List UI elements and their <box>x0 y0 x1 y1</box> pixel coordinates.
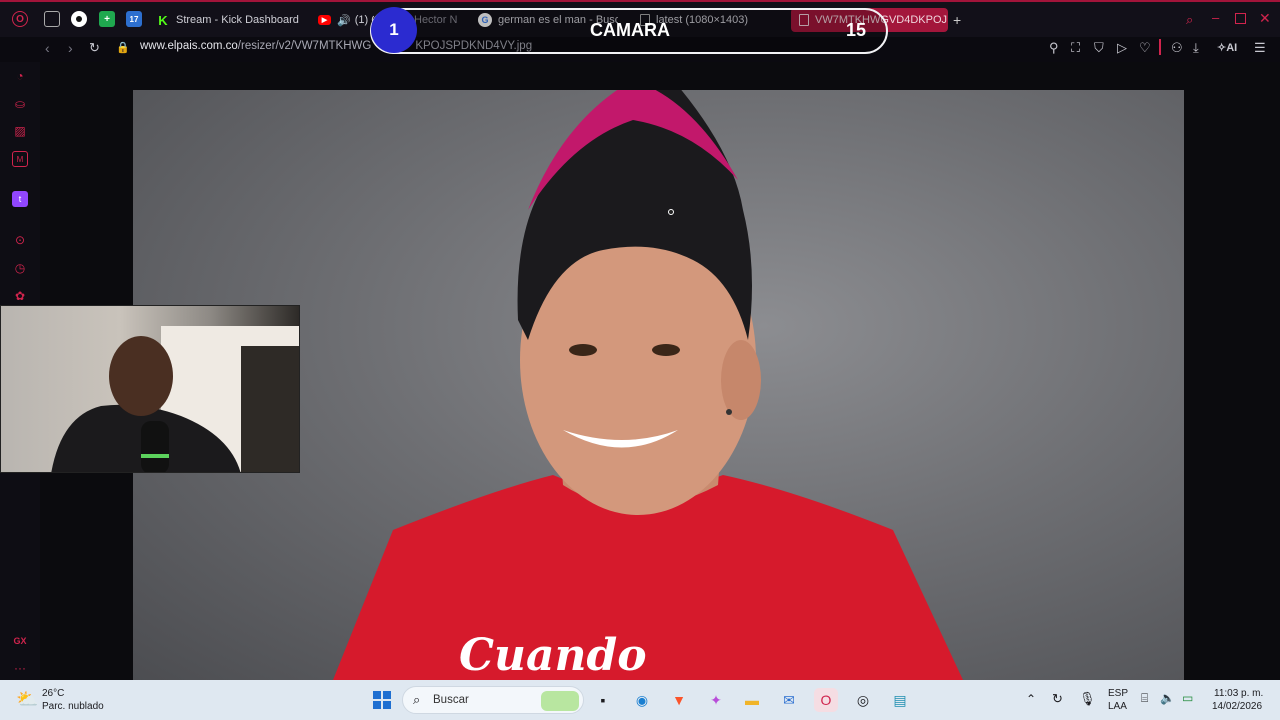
windows-taskbar: ⛅ 26°C Parc. nublado ⌕ Buscar ▪ ◉ ▼ ✦ ▬ … <box>0 680 1280 720</box>
lock-icon: 🔒 <box>116 42 130 54</box>
search-icon[interactable]: ⌕ <box>1186 12 1193 28</box>
speed-dial-icon[interactable]: ◔ <box>12 68 28 84</box>
ai-button[interactable]: ✧AI <box>1217 41 1237 54</box>
cursor-icon <box>668 209 674 215</box>
twitch-icon[interactable]: t <box>12 191 28 207</box>
taskbar-search[interactable]: ⌕ Buscar <box>402 686 584 714</box>
tab-kick-dashboard[interactable]: K Stream - Kick Dashboard <box>156 8 306 32</box>
plus-app-icon[interactable]: + <box>99 11 115 27</box>
camera-banner-label: CAMARA <box>590 20 670 40</box>
lang-code[interactable]: ESP <box>1108 688 1128 699</box>
clock-date[interactable]: 14/02/2026 <box>1212 701 1262 712</box>
pin-icon[interactable]: ⚲ <box>1049 40 1059 56</box>
copilot-icon[interactable]: ✦ <box>704 688 728 712</box>
search-placeholder: Buscar <box>433 694 469 706</box>
file-explorer-icon[interactable]: ▬ <box>740 688 764 712</box>
brave-icon[interactable]: ▼ <box>667 688 691 712</box>
lang-layout[interactable]: LAA <box>1108 701 1127 712</box>
opera-gx-icon[interactable]: O <box>814 688 838 712</box>
windows-start-icon[interactable] <box>370 688 394 712</box>
battery-icon[interactable]: ▭ <box>1182 691 1193 705</box>
search-icon: ⌕ <box>413 692 421 707</box>
weather-icon[interactable]: ⛅ <box>16 689 38 710</box>
microphone-icon[interactable]: 🎙 <box>1079 691 1096 707</box>
tray-chevron-icon[interactable]: ⌃ <box>1026 692 1036 706</box>
shield-icon[interactable]: ⛉ <box>1094 40 1104 56</box>
edge-icon[interactable]: ◉ <box>630 688 654 712</box>
network-icon[interactable]: ⌸ <box>1141 691 1148 706</box>
url-host: www.elpais.com.co <box>140 40 238 52</box>
snapshot-icon[interactable]: ⛶ <box>1071 40 1080 56</box>
minimize-icon[interactable]: – <box>1212 10 1219 25</box>
wallet-icon[interactable]: ▨ <box>12 123 28 139</box>
forward-icon[interactable]: › <box>68 40 73 56</box>
back-icon[interactable]: ‹ <box>45 40 50 56</box>
more-icon[interactable]: ··· <box>12 660 28 676</box>
download-icon[interactable]: ⤓ <box>1193 40 1199 56</box>
search-highlight-icon <box>541 691 579 711</box>
new-tab-button[interactable]: + <box>953 8 967 32</box>
obs-icon[interactable]: ◎ <box>851 688 875 712</box>
weather-desc: Parc. nublado <box>42 701 104 712</box>
youtube-icon: ▶ <box>318 15 331 25</box>
app-17-icon[interactable]: 17 <box>126 11 142 27</box>
m-app-icon[interactable]: M <box>12 151 28 167</box>
tab-youtube[interactable]: ▶ 🔊 (1) C <box>318 8 374 32</box>
heart-icon[interactable]: ♡ <box>1139 40 1151 56</box>
speaker-icon: 🔊 <box>337 14 351 27</box>
gx-corner-icon[interactable]: GX <box>12 633 28 649</box>
notepad-icon[interactable]: ▤ <box>888 688 912 712</box>
right-count-label: 15 <box>846 20 867 40</box>
circle-app-icon[interactable] <box>71 11 87 27</box>
url-path: /resizer/v2/VW7MTKHWG <box>237 40 372 52</box>
maximize-icon[interactable] <box>1235 13 1246 24</box>
webcam-person-illustration <box>51 326 299 472</box>
kick-icon: K <box>158 12 168 28</box>
webcam-overlay <box>0 305 300 473</box>
outlook-icon[interactable]: ✉ <box>777 688 801 712</box>
weather-temp: 26°C <box>42 688 65 699</box>
play-icon[interactable]: ▷ <box>1117 40 1127 56</box>
media-icon[interactable] <box>44 11 60 27</box>
shirt-print-text: Cuando <box>459 630 647 680</box>
reload-icon[interactable]: ↻ <box>89 40 100 56</box>
history-icon[interactable]: ◷ <box>12 260 28 276</box>
tab-label: Stream - Kick Dashboard <box>176 14 299 26</box>
sync-icon[interactable]: ↻ <box>1052 691 1063 707</box>
profile-icon[interactable]: ⚇ <box>1171 40 1183 56</box>
clock-time[interactable]: 11:03 p. m. <box>1214 688 1263 699</box>
extensions-icon[interactable]: ✿ <box>12 288 28 304</box>
bag-icon[interactable]: ⛀ <box>12 96 28 112</box>
task-view-icon[interactable]: ▪ <box>591 688 615 712</box>
toolbar-divider <box>1159 39 1161 55</box>
menu-icon[interactable]: ☰ <box>1254 40 1266 56</box>
opera-logo-icon[interactable]: O <box>12 11 28 27</box>
left-count-badge: 1 <box>371 7 417 53</box>
volume-icon[interactable]: 🔈 <box>1160 691 1175 705</box>
close-icon[interactable]: ✕ <box>1259 10 1271 27</box>
player-icon[interactable]: ⊙ <box>12 232 28 248</box>
